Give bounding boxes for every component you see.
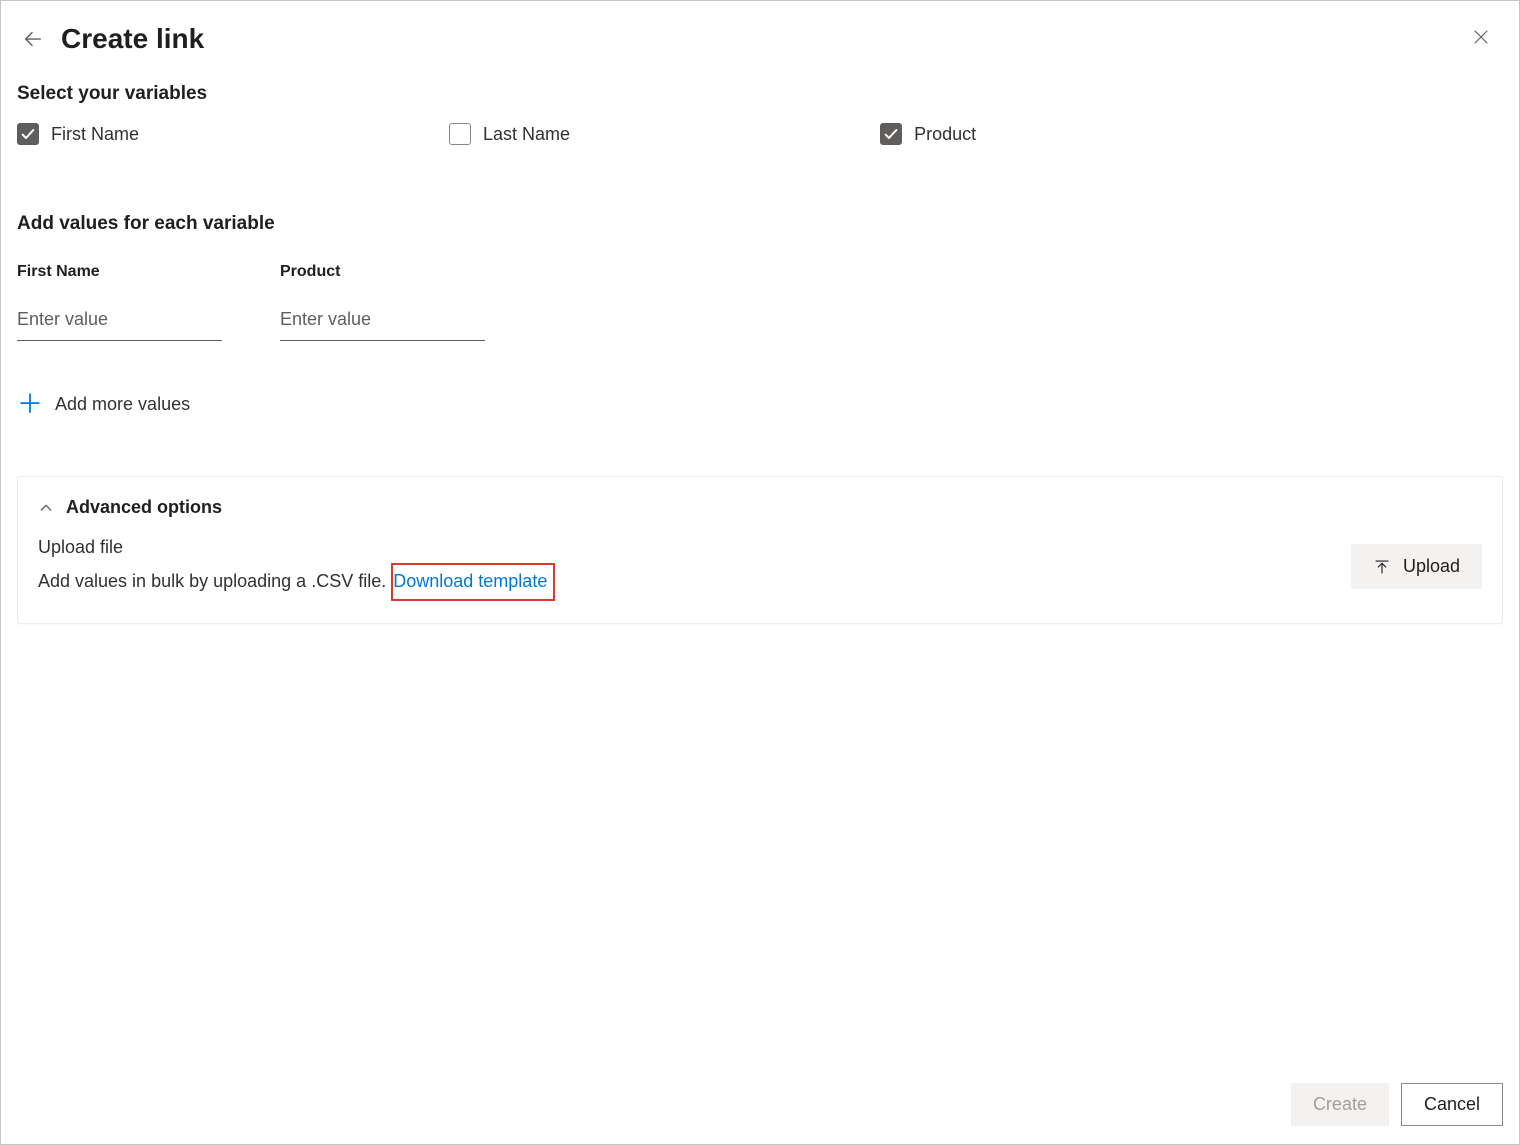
close-icon (1472, 28, 1490, 46)
download-template-link[interactable]: Download template (393, 571, 547, 591)
field-first-name: First Name (17, 263, 222, 341)
upload-description-block: Upload file Add values in bulk by upload… (38, 532, 555, 601)
highlight-box: Download template (391, 563, 555, 602)
arrow-left-icon (22, 28, 44, 50)
create-link-panel: Create link Select your variables First … (0, 0, 1520, 1145)
checkbox-label: Last Name (483, 124, 570, 145)
cancel-button[interactable]: Cancel (1401, 1083, 1503, 1126)
upload-button[interactable]: Upload (1351, 544, 1482, 589)
value-fields-row: First Name Product (17, 263, 1503, 341)
plus-icon: ＋ (17, 391, 43, 417)
advanced-options-toggle[interactable]: Advanced options (38, 497, 1482, 518)
checkbox-first-name[interactable]: First Name (17, 123, 139, 145)
advanced-options-title: Advanced options (66, 497, 222, 518)
upload-button-label: Upload (1403, 556, 1460, 577)
upload-file-description: Add values in bulk by uploading a .CSV f… (38, 571, 386, 591)
field-label: Product (280, 263, 485, 281)
checkbox-last-name[interactable]: Last Name (449, 123, 570, 145)
first-name-input[interactable] (17, 303, 222, 341)
field-label: First Name (17, 263, 222, 281)
create-button[interactable]: Create (1291, 1083, 1389, 1126)
chevron-up-icon (38, 500, 54, 516)
advanced-options-card: Advanced options Upload file Add values … (17, 476, 1503, 624)
panel-footer: Create Cancel (1291, 1083, 1503, 1126)
add-values-heading: Add values for each variable (17, 213, 1503, 235)
add-more-label: Add more values (55, 394, 190, 415)
panel-content: Select your variables First Name Last Na… (1, 83, 1519, 418)
checkbox-box (880, 123, 902, 145)
back-button[interactable] (17, 23, 49, 55)
field-product: Product (280, 263, 485, 341)
checkbox-product[interactable]: Product (880, 123, 976, 145)
close-button[interactable] (1465, 21, 1497, 53)
advanced-options-body: Upload file Add values in bulk by upload… (38, 532, 1482, 601)
panel-title: Create link (61, 23, 204, 55)
checkmark-icon (883, 126, 899, 142)
upload-icon (1373, 558, 1391, 576)
upload-file-heading: Upload file (38, 532, 555, 563)
select-variables-heading: Select your variables (17, 83, 1503, 105)
checkbox-label: First Name (51, 124, 139, 145)
checkbox-box (17, 123, 39, 145)
checkbox-label: Product (914, 124, 976, 145)
variables-checkbox-row: First Name Last Name Product (17, 123, 1503, 145)
checkmark-icon (20, 126, 36, 142)
add-more-values-button[interactable]: ＋ Add more values (17, 391, 190, 417)
panel-header: Create link (1, 1, 1519, 71)
checkbox-box (449, 123, 471, 145)
product-input[interactable] (280, 303, 485, 341)
